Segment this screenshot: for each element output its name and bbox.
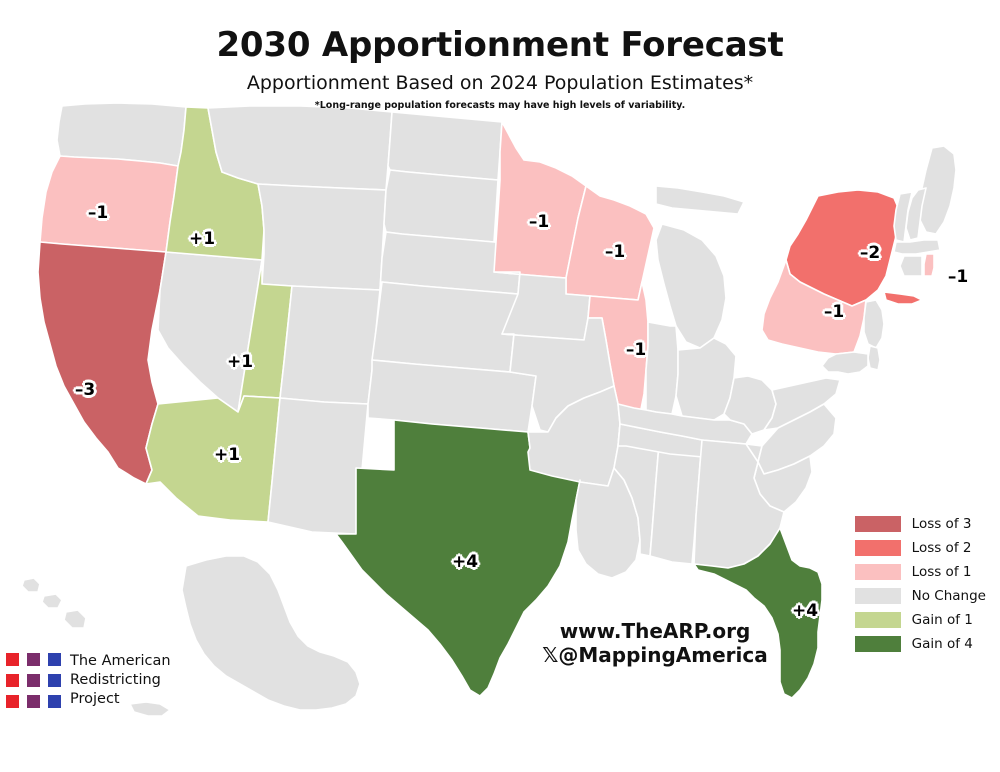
website-url[interactable]: www.TheARP.org [540,619,770,644]
logo-square-r2-c0 [6,695,19,709]
state-colorado[interactable] [280,286,380,404]
state-south-dakota[interactable] [384,170,498,242]
logo-square-r2-c2 [48,695,61,709]
x-twitter-icon: 𝕏 [542,642,559,667]
logo-square-r0-c0 [6,653,19,667]
legend-label: Loss of 1 [911,564,972,580]
logo-square-r0-c2 [48,653,61,667]
social-handle-line[interactable]: 𝕏@MappingAmerica [540,642,770,668]
logo-text-line-0: The American [70,653,171,669]
state-indiana[interactable] [646,322,678,414]
state-value-label-fl: +4 [791,601,819,621]
state-montana[interactable] [208,106,392,190]
state-value-label-ut: +1 [226,352,254,372]
state-value-label-id: +1 [188,229,216,249]
state-value-label-pa: –1 [823,302,845,322]
legend-swatch [854,612,901,628]
state-value-label-mn: –1 [528,212,550,232]
state-rhode-island[interactable] [924,254,934,276]
state-new-york-long-island[interactable] [884,292,922,304]
state-value-label-or: –1 [87,203,109,223]
state-wyoming[interactable] [258,184,386,290]
legend-label: No Change [911,588,986,604]
state-new-jersey[interactable] [864,300,884,348]
state-massachusetts[interactable] [894,240,940,254]
legend: Loss of 3 Loss of 2 Loss of 1 No Change Gain… [854,516,986,652]
state-value-label-tx: +4 [451,552,479,572]
state-hawaii-inset[interactable] [22,578,86,628]
legend-row-loss-of-2[interactable]: Loss of 2 [854,540,986,556]
logo-square-r1-c0 [6,674,19,688]
state-oregon[interactable] [40,156,178,252]
legend-row-gain-of-4[interactable]: Gain of 4 [854,636,986,652]
legend-row-loss-of-1[interactable]: Loss of 1 [854,564,986,580]
logo-square-r1-c1 [27,674,40,688]
state-maryland[interactable] [822,352,868,374]
legend-swatch [854,636,901,652]
legend-label: Loss of 3 [911,516,972,532]
social-handle-text: @MappingAmerica [558,642,768,667]
state-new-mexico[interactable] [268,398,368,534]
legend-row-loss-of-3[interactable]: Loss of 3 [854,516,986,532]
logo-text-line-2: Project [70,691,120,708]
state-north-dakota[interactable] [388,112,502,180]
logo-text-line-1: Redistricting [70,672,161,689]
state-value-label-il: –1 [625,340,647,360]
state-kansas[interactable] [372,282,518,372]
legend-swatch [854,588,901,604]
state-value-label-wi: –1 [604,242,626,262]
credit-block: www.TheARP.org 𝕏@MappingAmerica [540,619,770,668]
logo-text: The American Redistricting Project [70,652,171,709]
state-alaska-inset[interactable] [182,556,360,710]
state-value-label-az: +1 [213,445,241,465]
state-value-label-ny: –2 [859,243,881,263]
legend-swatch [854,516,901,532]
legend-swatch [854,564,901,580]
legend-row-gain-of-1[interactable]: Gain of 1 [854,612,986,628]
state-connecticut[interactable] [900,256,922,276]
state-delaware[interactable] [868,346,880,370]
state-value-label-ri: –1 [947,267,969,287]
legend-swatch [854,540,901,556]
logo-square-r0-c1 [27,653,40,667]
legend-label: Loss of 2 [911,540,972,556]
arp-logo: The American Redistricting Project [6,652,171,709]
logo-square-r1-c2 [48,674,61,688]
legend-row-no-change[interactable]: No Change [854,588,986,604]
logo-square-grid [6,653,61,709]
state-michigan[interactable] [656,186,744,348]
legend-label: Gain of 1 [911,612,973,628]
legend-label: Gain of 4 [911,636,973,652]
logo-square-r2-c1 [27,695,40,709]
state-value-label-ca: –3 [74,380,96,400]
